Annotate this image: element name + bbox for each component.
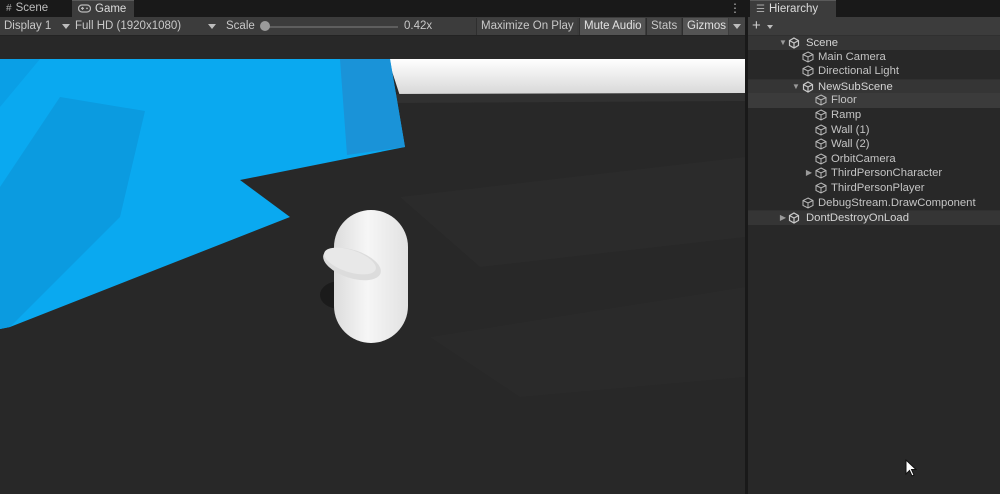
display-dropdown-value: Display 1 bbox=[4, 20, 52, 32]
game-panel: # Scene Game ⋮ Display 1 Full HD (1920x10… bbox=[0, 0, 745, 494]
unity-scene-icon bbox=[802, 81, 814, 93]
gameobject-cube-icon bbox=[815, 124, 827, 136]
collapse-arrow-icon[interactable]: ▶ bbox=[778, 211, 788, 226]
hierarchy-row-label: Scene bbox=[806, 37, 839, 49]
hierarchy-row[interactable]: Directional Light bbox=[748, 64, 1000, 79]
expand-arrow-icon[interactable]: ▼ bbox=[791, 80, 801, 95]
hierarchy-row[interactable]: Wall (1) bbox=[748, 123, 1000, 138]
wall-1 bbox=[388, 59, 745, 96]
hierarchy-row[interactable]: ▶ DontDestroyOnLoad bbox=[748, 210, 1000, 225]
scale-slider-thumb[interactable] bbox=[260, 21, 270, 31]
unity-scene-icon bbox=[788, 212, 800, 224]
mouse-cursor-icon bbox=[905, 459, 917, 477]
grid-icon: # bbox=[6, 3, 12, 14]
gameobject-cube-icon bbox=[815, 153, 827, 165]
gameobject-cube-icon bbox=[815, 182, 827, 194]
game-viewport[interactable] bbox=[0, 37, 745, 494]
gameobject-cube-icon bbox=[802, 196, 814, 209]
scale-label: Scale bbox=[226, 20, 255, 32]
chevron-down-icon bbox=[208, 24, 216, 29]
hierarchy-row-label: Directional Light bbox=[818, 65, 900, 78]
resolution-dropdown[interactable]: Full HD (1920x1080) bbox=[75, 17, 217, 36]
hierarchy-row[interactable]: ThirdPersonPlayer bbox=[748, 181, 1000, 196]
gameobject-cube-icon bbox=[802, 51, 814, 63]
hierarchy-row[interactable]: ▼ NewSubScene bbox=[748, 78, 1000, 95]
tab-hierarchy[interactable]: ☰ Hierarchy bbox=[750, 0, 836, 17]
tab-scene-label: Scene bbox=[15, 2, 49, 14]
hierarchy-row[interactable]: Wall (2) bbox=[748, 137, 1000, 152]
hierarchy-tab-bar: ☰ Hierarchy bbox=[748, 0, 1000, 17]
hierarchy-row-label: Wall (2) bbox=[831, 138, 870, 151]
tab-hierarchy-label: Hierarchy bbox=[768, 3, 819, 15]
hierarchy-row[interactable]: ▼ Scene bbox=[748, 35, 1000, 50]
gizmos-dropdown-button[interactable] bbox=[729, 18, 745, 35]
display-dropdown[interactable]: Display 1 bbox=[4, 17, 70, 36]
list-icon: ☰ bbox=[756, 4, 765, 15]
hierarchy-tree: ▼ Scene Main Camera Directional Light ▼ NewSu… bbox=[748, 35, 1000, 225]
panel-menu-icon[interactable]: ⋮ bbox=[729, 0, 741, 17]
hierarchy-row-label: Main Camera bbox=[818, 50, 886, 63]
tab-game[interactable]: Game bbox=[72, 0, 134, 17]
hierarchy-row-label: Floor bbox=[831, 94, 857, 107]
hierarchy-row-label: Ramp bbox=[831, 108, 862, 121]
tab-game-label: Game bbox=[95, 3, 127, 15]
hierarchy-row-label: OrbitCamera bbox=[831, 152, 896, 165]
chevron-down-icon bbox=[62, 24, 70, 29]
gameobject-cube-icon bbox=[815, 109, 827, 121]
hierarchy-row-label: ThirdPersonCharacter bbox=[831, 167, 943, 180]
hierarchy-row-label: DebugStream.DrawComponent bbox=[818, 196, 976, 209]
hierarchy-row[interactable]: ▶ ThirdPersonCharacter bbox=[748, 166, 1000, 181]
gameobject-cube-icon bbox=[815, 138, 827, 150]
collapse-arrow-icon[interactable]: ▶ bbox=[804, 166, 814, 181]
hierarchy-row-label: Wall (1) bbox=[831, 123, 870, 136]
scale-slider-track[interactable] bbox=[262, 26, 398, 28]
unity-scene-icon bbox=[788, 37, 800, 49]
hierarchy-row[interactable]: Main Camera bbox=[748, 50, 1000, 65]
hierarchy-row-label: ThirdPersonPlayer bbox=[831, 181, 925, 194]
game-toolbar: Display 1 Full HD (1920x1080) Scale 0.42… bbox=[0, 17, 745, 36]
chevron-down-icon bbox=[767, 25, 773, 29]
hierarchy-panel: ☰ Hierarchy + ▼ Scene Main Camera Directiona… bbox=[748, 0, 1000, 494]
add-object-button[interactable]: + bbox=[752, 17, 778, 36]
resolution-dropdown-value: Full HD (1920x1080) bbox=[75, 20, 182, 32]
stats-toggle[interactable]: Stats bbox=[646, 18, 681, 35]
hierarchy-toolbar: + bbox=[748, 17, 1000, 36]
gamepad-icon bbox=[77, 1, 92, 18]
maximize-on-play-toggle[interactable]: Maximize On Play bbox=[476, 18, 577, 35]
scale-value: 0.42x bbox=[404, 20, 433, 32]
mute-audio-toggle[interactable]: Mute Audio bbox=[579, 18, 645, 35]
chevron-down-icon bbox=[733, 24, 741, 29]
gameobject-cube-icon bbox=[815, 94, 827, 106]
tab-scene[interactable]: # Scene bbox=[0, 0, 70, 17]
hierarchy-row-label: NewSubScene bbox=[818, 80, 893, 93]
hierarchy-row-label: DontDestroyOnLoad bbox=[806, 212, 909, 225]
expand-arrow-icon[interactable]: ▼ bbox=[778, 36, 788, 51]
gizmos-toggle[interactable]: Gizmos bbox=[682, 18, 728, 35]
plus-icon: + bbox=[752, 17, 761, 34]
game-tab-bar: # Scene Game ⋮ bbox=[0, 0, 745, 17]
hierarchy-row[interactable]: Floor bbox=[748, 93, 1000, 108]
hierarchy-row[interactable]: OrbitCamera bbox=[748, 152, 1000, 167]
gameobject-cube-icon bbox=[802, 65, 814, 77]
hierarchy-row[interactable]: Ramp bbox=[748, 108, 1000, 123]
gameobject-cube-icon bbox=[815, 167, 827, 179]
hierarchy-row[interactable]: DebugStream.DrawComponent bbox=[748, 196, 1000, 211]
